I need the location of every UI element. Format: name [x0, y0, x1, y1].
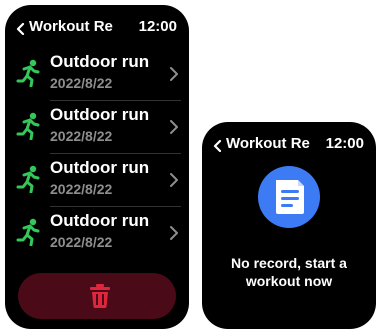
- page-title: Workout Re: [29, 18, 113, 35]
- clock: 12:00: [138, 18, 177, 35]
- running-person-icon: [16, 112, 40, 140]
- chevron-right-icon: [170, 226, 178, 240]
- header: Workout Re 12:00: [5, 5, 189, 45]
- empty-message: No record, start a workout now: [206, 254, 372, 290]
- record-name: Outdoor run: [50, 211, 150, 230]
- running-person-icon: [16, 165, 40, 193]
- workout-records-screen: Workout Re 12:00 Outdoor run 2022/8/22 O…: [5, 5, 189, 329]
- delete-button[interactable]: [18, 273, 176, 319]
- running-person-icon: [16, 59, 40, 87]
- divider: [50, 100, 181, 101]
- record-name: Outdoor run: [50, 105, 150, 124]
- page-title: Workout Re: [226, 135, 310, 152]
- running-person-icon: [16, 218, 40, 246]
- document-icon: [258, 166, 320, 228]
- list-item[interactable]: Outdoor run 2022/8/22: [5, 102, 189, 154]
- clock: 12:00: [325, 135, 364, 152]
- record-date: 2022/8/22: [50, 128, 113, 144]
- chevron-left-icon[interactable]: [15, 23, 27, 35]
- record-date: 2022/8/22: [50, 75, 113, 91]
- chevron-left-icon[interactable]: [212, 140, 224, 152]
- chevron-right-icon: [170, 173, 178, 187]
- record-date: 2022/8/22: [50, 234, 113, 250]
- workout-records-empty-screen: Workout Re 12:00 No record, start a work…: [202, 122, 376, 329]
- record-name: Outdoor run: [50, 158, 150, 177]
- empty-message-line-1: No record, start a: [231, 255, 347, 271]
- empty-message-line-2: workout now: [245, 273, 333, 289]
- record-date: 2022/8/22: [50, 181, 113, 197]
- trash-icon: [90, 284, 110, 308]
- record-name: Outdoor run: [50, 52, 150, 71]
- chevron-right-icon: [170, 120, 178, 134]
- list-item[interactable]: Outdoor run 2022/8/22: [5, 49, 189, 101]
- list-item[interactable]: Outdoor run 2022/8/22: [5, 208, 189, 260]
- list-item[interactable]: Outdoor run 2022/8/22: [5, 155, 189, 207]
- chevron-right-icon: [170, 67, 178, 81]
- header: Workout Re 12:00: [202, 122, 376, 162]
- divider: [50, 206, 181, 207]
- divider: [50, 153, 181, 154]
